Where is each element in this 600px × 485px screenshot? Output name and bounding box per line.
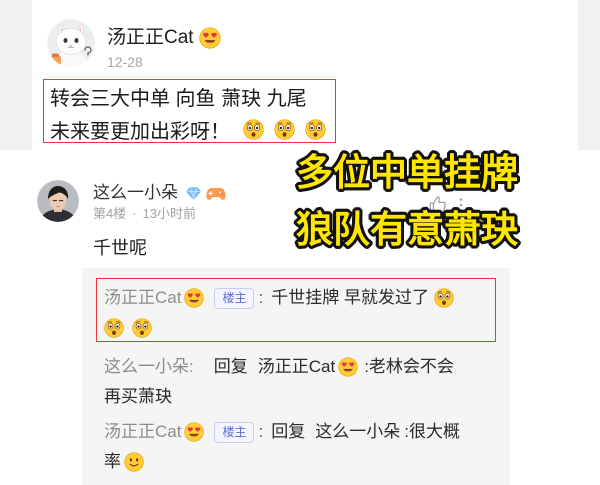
slightly-smiling-emoji-icon xyxy=(124,452,144,472)
white-cat-avatar-image xyxy=(47,19,95,67)
reply-text: :很大概 xyxy=(404,422,460,441)
reply-line: 率 xyxy=(104,447,144,477)
comment-text: 千世呢 xyxy=(93,238,147,258)
reply-author[interactable]: 汤正正Cat xyxy=(104,421,181,443)
author-avatar[interactable] xyxy=(47,19,95,67)
commenter-row: 这么一小朵 xyxy=(93,182,226,204)
post-content-line: 转会三大中单 向鱼 萧玦 九尾 xyxy=(50,88,307,110)
meta-separator: · xyxy=(132,206,137,221)
blue-diamond-icon xyxy=(186,187,201,200)
reply-colon: : xyxy=(258,422,264,441)
floor-number: 第4楼 xyxy=(93,206,127,221)
reply-text: 千世挂牌 早就发过了 xyxy=(271,288,429,307)
reply-to-name[interactable]: 这么一小朵 xyxy=(315,421,400,443)
young-man-avatar-image xyxy=(37,180,79,222)
reply-line: 再买萧玦 xyxy=(104,382,172,412)
heart-eyes-emoji-icon xyxy=(199,27,221,49)
astonished-emoji-icon xyxy=(434,288,454,308)
heart-eyes-emoji-icon xyxy=(338,357,358,377)
astonished-emoji-icon xyxy=(132,318,152,338)
astonished-emoji-icon xyxy=(305,119,326,140)
reply-line: 汤正正Cat 楼主 : 回复 这么一小朵 :很大概 xyxy=(104,417,460,447)
overlay-caption: 多位中单挂牌 xyxy=(296,152,518,193)
commenter-name[interactable]: 这么一小朵 xyxy=(93,182,178,204)
op-badge: 楼主 xyxy=(214,421,255,443)
game-controller-icon xyxy=(206,186,226,201)
post-content-text: 未来要更加出彩呀！ xyxy=(50,120,230,143)
reply-to-name[interactable]: 汤正正Cat xyxy=(258,356,335,378)
post-author-row: 汤正正Cat xyxy=(107,26,221,50)
reply-text: 率 xyxy=(104,452,121,471)
heart-eyes-emoji-icon xyxy=(184,422,204,442)
astonished-emoji-icon xyxy=(104,318,124,338)
heart-eyes-emoji-icon xyxy=(184,288,204,308)
reply-line: 这么一小朵 : 回复 汤正正Cat :老林会不会 xyxy=(104,352,454,382)
astonished-emoji-icon xyxy=(243,119,264,140)
reply-colon: : xyxy=(258,288,264,307)
reply-word: 回复 xyxy=(271,422,306,441)
op-badge: 楼主 xyxy=(214,287,255,309)
post-author-name[interactable]: 汤正正Cat xyxy=(107,26,194,50)
post-date: 12-28 xyxy=(107,54,143,70)
comment-meta: 第4楼 · 13小时前 xyxy=(93,205,196,223)
reply-author[interactable]: 这么一小朵 xyxy=(104,356,189,378)
commenter-avatar[interactable] xyxy=(37,180,79,222)
reply-author[interactable]: 汤正正Cat xyxy=(104,287,181,309)
reply-text: :老林会不会 xyxy=(364,357,454,376)
reply-colon: : xyxy=(189,357,194,376)
astonished-emoji-icon xyxy=(274,119,295,140)
post-content-line: 未来要更加出彩呀！ xyxy=(50,116,326,143)
reply-text: 再买萧玦 xyxy=(104,387,172,406)
reply-line: 汤正正Cat 楼主 : 千世挂牌 早就发过了 xyxy=(104,283,454,313)
overlay-caption: 狼队有意萧玦 xyxy=(296,209,518,250)
reply-line xyxy=(104,313,152,343)
comment-time: 13小时前 xyxy=(142,206,197,221)
reply-word: 回复 xyxy=(213,357,248,376)
